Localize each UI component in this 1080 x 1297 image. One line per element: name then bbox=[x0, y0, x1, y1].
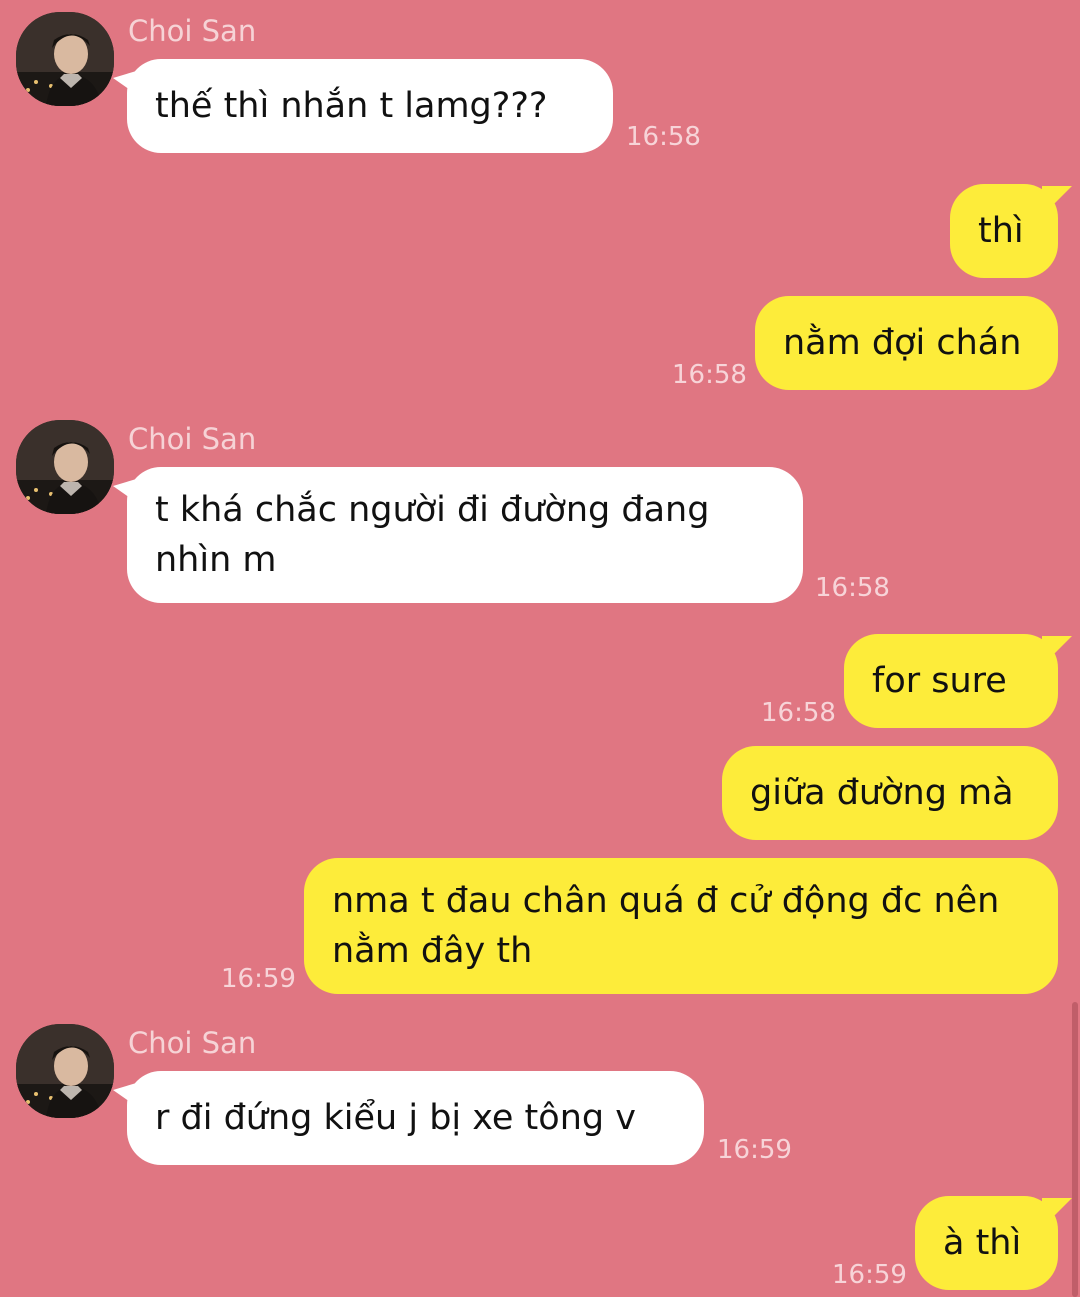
bubble-tail bbox=[113, 1081, 143, 1111]
message-text: thì bbox=[978, 211, 1024, 251]
message-text: à thì bbox=[943, 1223, 1022, 1263]
message-text: thế thì nhắn t lamg??? bbox=[155, 86, 548, 126]
bubble-tail bbox=[1042, 1198, 1072, 1228]
message-timestamp: 16:59 bbox=[717, 1135, 792, 1165]
bubble-tail bbox=[113, 69, 143, 99]
sender-name: Choi San bbox=[128, 14, 257, 48]
avatar[interactable] bbox=[16, 12, 114, 106]
message-text: r đi đứng kiểu j bị xe tông v bbox=[155, 1098, 636, 1138]
scrollbar[interactable] bbox=[1072, 1002, 1078, 1297]
message-timestamp: 16:58 bbox=[672, 360, 747, 390]
message-timestamp: 16:58 bbox=[815, 573, 890, 603]
message-timestamp: 16:59 bbox=[221, 964, 296, 994]
message-text: nằm đợi chán bbox=[783, 323, 1022, 363]
message-bubble-incoming[interactable]: t khá chắc người đi đường đang nhìn m bbox=[113, 467, 803, 603]
message-timestamp: 16:58 bbox=[761, 698, 836, 728]
avatar[interactable] bbox=[16, 420, 114, 514]
message-timestamp: 16:58 bbox=[626, 122, 701, 152]
avatar-photo-icon bbox=[16, 12, 114, 106]
sender-name: Choi San bbox=[128, 1026, 257, 1060]
bubble-tail bbox=[1042, 186, 1072, 216]
bubble-tail bbox=[1042, 636, 1072, 666]
chat-area: Choi San thế thì nhắn t lamg??? 16:58 th… bbox=[0, 0, 1080, 1297]
message-bubble-outgoing[interactable]: nma t đau chân quá đ cử động đc nên nằm … bbox=[304, 858, 1058, 994]
sender-name: Choi San bbox=[128, 422, 257, 456]
message-timestamp: 16:59 bbox=[832, 1260, 907, 1290]
avatar[interactable] bbox=[16, 1024, 114, 1118]
avatar-photo-icon bbox=[16, 1024, 114, 1118]
message-bubble-outgoing[interactable]: for sure bbox=[844, 634, 1072, 728]
avatar-photo-icon bbox=[16, 420, 114, 514]
message-bubble-incoming[interactable]: thế thì nhắn t lamg??? bbox=[113, 59, 613, 153]
message-bubble-outgoing[interactable]: giữa đường mà bbox=[722, 746, 1058, 840]
bubble-tail bbox=[113, 477, 143, 507]
message-text: t khá chắc người đi đường đang nhìn m bbox=[155, 490, 710, 580]
message-bubble-outgoing[interactable]: à thì bbox=[915, 1196, 1072, 1290]
message-text: giữa đường mà bbox=[750, 773, 1014, 813]
message-text: for sure bbox=[872, 661, 1007, 701]
message-text: nma t đau chân quá đ cử động đc nên nằm … bbox=[332, 881, 1000, 971]
message-bubble-outgoing[interactable]: nằm đợi chán bbox=[755, 296, 1058, 390]
message-bubble-outgoing[interactable]: thì bbox=[950, 184, 1072, 278]
message-bubble-incoming[interactable]: r đi đứng kiểu j bị xe tông v bbox=[113, 1071, 704, 1165]
